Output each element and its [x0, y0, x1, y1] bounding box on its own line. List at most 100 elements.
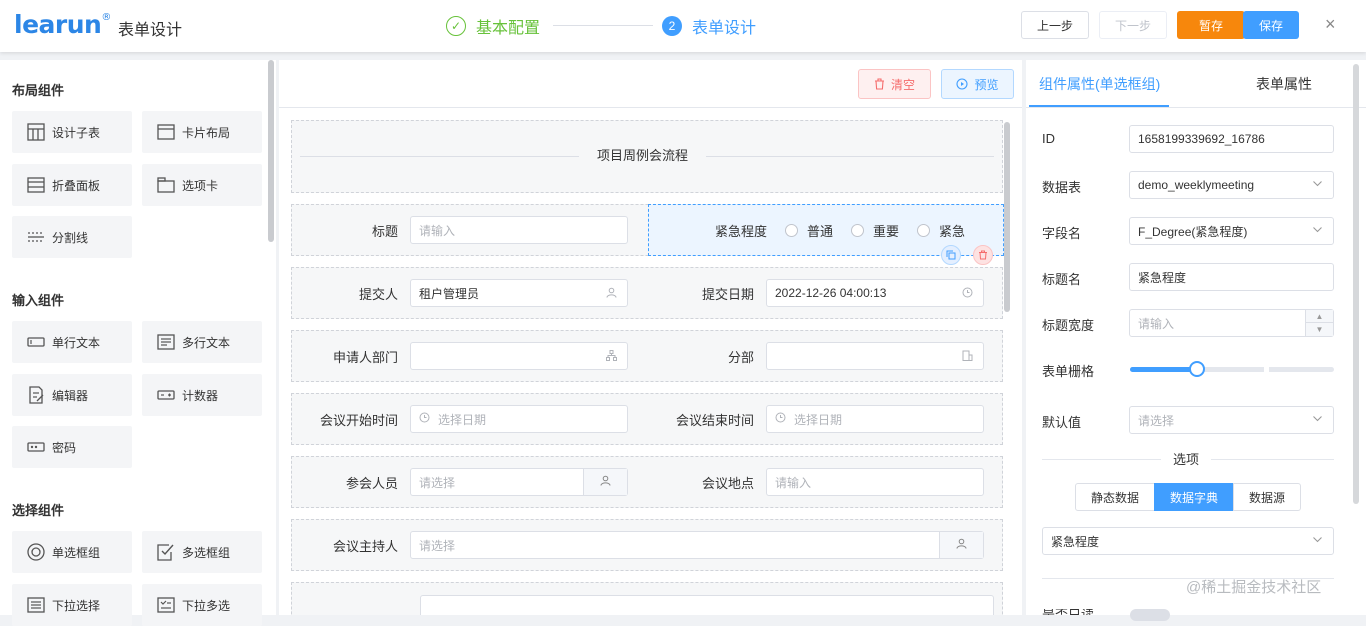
field-end-time[interactable]: 会议结束时间 选择日期: [648, 394, 1004, 444]
field-submitter[interactable]: 提交人 租户管理员: [292, 268, 648, 318]
user-icon: [606, 287, 617, 301]
password-icon: [26, 438, 46, 456]
comp-multi-line[interactable]: 多行文本: [142, 321, 262, 363]
copy-icon[interactable]: [941, 245, 961, 265]
comp-password[interactable]: 密码: [12, 426, 132, 468]
grid-slider[interactable]: [1130, 361, 1334, 377]
caption-input[interactable]: 紧急程度: [1129, 263, 1334, 291]
delete-icon[interactable]: [973, 245, 993, 265]
chevron-down-icon: [1312, 413, 1323, 427]
counter-icon: [156, 386, 176, 404]
location-input[interactable]: 请输入: [766, 468, 984, 496]
comp-radio-group[interactable]: 单选框组: [12, 531, 132, 573]
form-row-3: 申请人部门 分部: [291, 330, 1003, 382]
clear-button[interactable]: 清空: [858, 69, 931, 99]
comp-label: 卡片布局: [182, 125, 231, 140]
division-input[interactable]: [766, 342, 984, 370]
radio-urgent[interactable]: 紧急: [917, 221, 965, 240]
prop-label-default: 默认值: [1042, 415, 1082, 430]
table-select[interactable]: demo_weeklymeeting: [1129, 171, 1334, 199]
comp-tabs[interactable]: 选项卡: [142, 164, 262, 206]
prev-step-button[interactable]: 上一步: [1021, 11, 1089, 39]
preview-button[interactable]: 预览: [941, 69, 1014, 99]
tab-component-props[interactable]: 组件属性(单选框组): [1039, 60, 1160, 108]
right-scrollbar[interactable]: [1353, 64, 1359, 504]
field-label: 标题: [371, 223, 398, 239]
field-select[interactable]: F_Degree(紧急程度): [1129, 217, 1334, 245]
attendees-input[interactable]: 请选择: [410, 468, 628, 496]
comp-divider[interactable]: 分割线: [12, 216, 132, 258]
radio-important[interactable]: 重要: [851, 221, 899, 240]
number-stepper[interactable]: ▲ ▼: [1305, 310, 1333, 336]
field-label: 会议地点: [701, 475, 754, 491]
dictionary-value: 紧急程度: [1051, 534, 1100, 549]
submit-date-input[interactable]: 2022-12-26 04:00:13: [766, 279, 984, 307]
left-scrollbar[interactable]: [268, 60, 274, 242]
next-step-button[interactable]: 下一步: [1099, 11, 1167, 39]
comp-counter[interactable]: 计数器: [142, 374, 262, 416]
applicant-dept-input[interactable]: [410, 342, 628, 370]
divider-row[interactable]: 项目周例会流程: [291, 120, 1003, 193]
decrement-icon[interactable]: ▼: [1306, 323, 1333, 336]
dictionary-select[interactable]: 紧急程度: [1042, 527, 1334, 555]
step-number: 2: [662, 16, 682, 36]
radio-normal[interactable]: 普通: [785, 221, 833, 240]
slider-handle[interactable]: [1189, 361, 1205, 377]
tab-form-props[interactable]: 表单属性: [1256, 60, 1312, 108]
comp-label: 计数器: [182, 388, 219, 403]
caption-width-input[interactable]: 请输入 ▲ ▼: [1129, 309, 1334, 337]
comp-editor[interactable]: 编辑器: [12, 374, 132, 416]
radio-dot: [785, 223, 798, 237]
user-select-button[interactable]: [583, 469, 627, 495]
field-title[interactable]: 标题 请输入: [292, 205, 648, 255]
comp-dropdown[interactable]: 下拉选择: [12, 584, 132, 626]
comp-label: 单选框组: [52, 545, 101, 560]
comp-label: 分割线: [52, 230, 89, 245]
comp-subtable[interactable]: 设计子表: [12, 111, 132, 153]
comp-card-layout[interactable]: 卡片布局: [142, 111, 262, 153]
canvas-scrollbar[interactable]: [1004, 122, 1010, 312]
default-select[interactable]: 请选择: [1129, 406, 1334, 434]
save-button[interactable]: 保存: [1243, 11, 1299, 39]
step-form-design[interactable]: 2 表单设计: [662, 14, 756, 38]
title-input[interactable]: 请输入: [410, 216, 628, 244]
stash-button[interactable]: 暂存: [1177, 11, 1245, 39]
comp-multi-dropdown[interactable]: 下拉多选: [142, 584, 262, 626]
submitter-input[interactable]: 租户管理员: [410, 279, 628, 307]
field-division[interactable]: 分部: [648, 331, 1004, 381]
chevron-down-icon: [1312, 178, 1323, 192]
comp-label: 多行文本: [182, 335, 231, 350]
start-time-placeholder: 选择日期: [438, 412, 487, 427]
user-icon: [956, 538, 967, 552]
field-host[interactable]: 会议主持人 请选择: [292, 520, 1004, 570]
slider-fill: [1130, 367, 1197, 372]
comp-label: 选项卡: [182, 178, 219, 193]
textarea-icon: [156, 333, 176, 351]
field-location[interactable]: 会议地点 请输入: [648, 457, 1004, 507]
comp-checkbox-group[interactable]: 多选框组: [142, 531, 262, 573]
comp-collapse[interactable]: 折叠面板: [12, 164, 132, 206]
field-attendees[interactable]: 参会人员 请选择: [292, 457, 648, 507]
field-applicant-dept[interactable]: 申请人部门: [292, 331, 648, 381]
host-input[interactable]: 请选择: [410, 531, 984, 559]
next-field-input[interactable]: [420, 595, 994, 615]
comp-single-line[interactable]: 单行文本: [12, 321, 132, 363]
chevron-down-icon: [1312, 534, 1323, 548]
readonly-switch[interactable]: [1130, 609, 1170, 621]
field-start-time[interactable]: 会议开始时间 选择日期: [292, 394, 648, 444]
user-select-button[interactable]: [939, 532, 983, 558]
id-input[interactable]: 1658199339692_16786: [1129, 125, 1334, 153]
radio-label: 紧急: [939, 223, 966, 239]
tab-data-source[interactable]: 数据源: [1233, 483, 1301, 511]
start-time-input[interactable]: 选择日期: [410, 405, 628, 433]
step-basic-config[interactable]: ✓ 基本配置: [446, 14, 540, 38]
field-submit-date[interactable]: 提交日期 2022-12-26 04:00:13: [648, 268, 1004, 318]
tab-static-data[interactable]: 静态数据: [1075, 483, 1155, 511]
component-panel: 布局组件 设计子表 卡片布局 折叠面板 选项卡 分割线 输入组件 单行文本 多行…: [0, 60, 276, 626]
close-icon[interactable]: ×: [1325, 14, 1336, 35]
end-time-input[interactable]: 选择日期: [766, 405, 984, 433]
increment-icon[interactable]: ▲: [1306, 310, 1333, 323]
prop-label-caption-width: 标题宽度: [1042, 318, 1095, 333]
clock-icon: [962, 287, 973, 301]
tab-data-dictionary[interactable]: 数据字典: [1154, 483, 1234, 511]
